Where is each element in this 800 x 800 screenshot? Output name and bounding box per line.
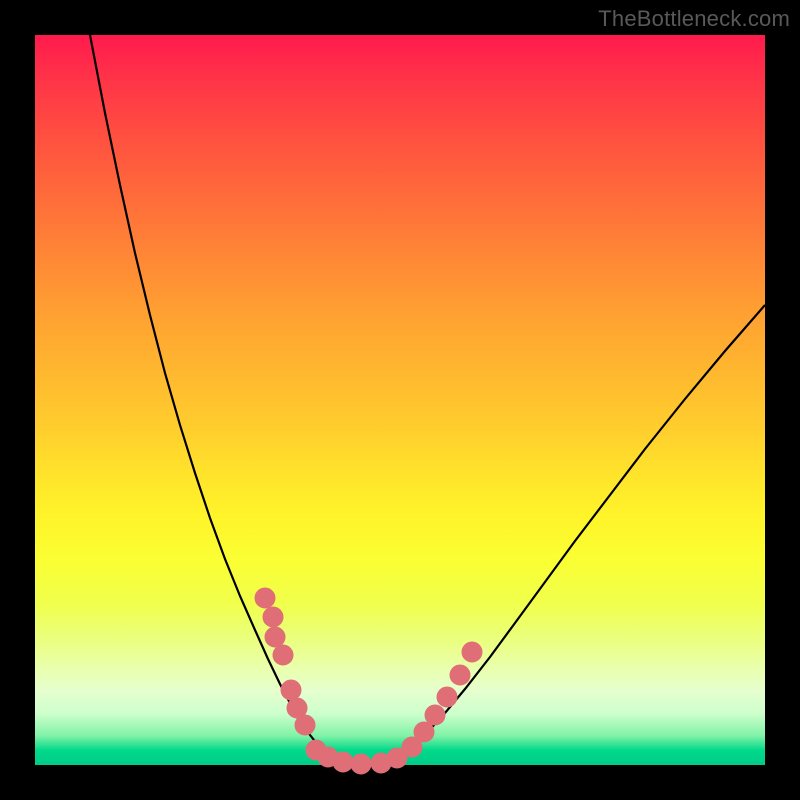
marker-dot [265,627,285,647]
marker-dot [263,607,283,627]
marker-dot [333,752,353,772]
chart-svg [35,35,765,765]
marker-dot [450,665,470,685]
plot-area [35,35,765,765]
marker-dot [273,645,293,665]
marker-dot [437,687,457,707]
marker-group [255,588,482,774]
marker-dot [414,722,434,742]
chart-frame: TheBottleneck.com [0,0,800,800]
marker-dot [425,705,445,725]
marker-dot [351,754,371,774]
marker-dot [281,680,301,700]
marker-dot [462,642,482,662]
watermark-text: TheBottleneck.com [598,6,790,32]
marker-dot [295,715,315,735]
bottleneck-curve [90,35,765,764]
marker-dot [255,588,275,608]
